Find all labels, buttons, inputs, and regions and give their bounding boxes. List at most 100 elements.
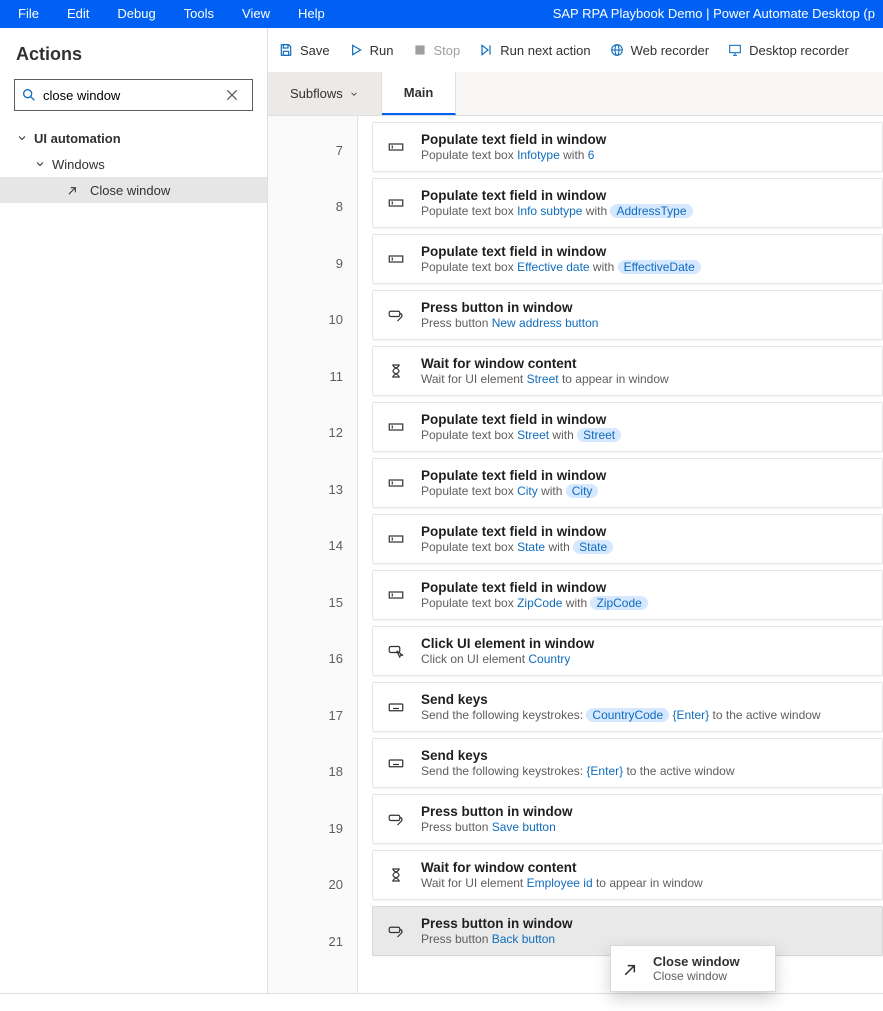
search-input[interactable] — [43, 88, 224, 103]
flow-step[interactable]: Wait for window contentWait for UI eleme… — [372, 850, 883, 900]
line-number: 18 — [268, 744, 357, 801]
monitor-icon — [727, 42, 743, 58]
tooltip-title: Close window — [653, 954, 740, 969]
flow-step[interactable]: Populate text field in windowPopulate te… — [372, 178, 883, 228]
flow-step[interactable]: Populate text field in windowPopulate te… — [372, 402, 883, 452]
run-next-button[interactable]: Run next action — [478, 42, 590, 58]
close-window-icon — [621, 959, 641, 979]
stop-icon — [412, 42, 428, 58]
line-number: 9 — [268, 235, 357, 292]
step-subtitle: Send the following keystrokes: CountryCo… — [421, 708, 870, 722]
save-label: Save — [300, 43, 330, 58]
save-icon — [278, 42, 294, 58]
menu-edit[interactable]: Edit — [53, 0, 103, 28]
step-subtitle: Press button Save button — [421, 820, 870, 834]
step-subtitle: Populate text box Info subtype with Addr… — [421, 204, 870, 218]
step-subtitle: Populate text box Street with Street — [421, 428, 870, 442]
tree-label: Close window — [90, 183, 170, 198]
flow-step[interactable]: Populate text field in windowPopulate te… — [372, 514, 883, 564]
chevron-down-icon — [16, 132, 28, 144]
press-icon — [385, 920, 407, 942]
step-title: Send keys — [421, 748, 870, 763]
step-subtitle: Populate text box ZipCode with ZipCode — [421, 596, 870, 610]
step-title: Populate text field in window — [421, 188, 870, 203]
line-number: 20 — [268, 857, 357, 914]
flow-step[interactable]: Press button in windowPress button New a… — [372, 290, 883, 340]
save-button[interactable]: Save — [278, 42, 330, 58]
step-subtitle: Send the following keystrokes: {Enter} t… — [421, 764, 870, 778]
web-recorder-button[interactable]: Web recorder — [609, 42, 710, 58]
center-pane: Save Run Stop Run next action Web record… — [268, 28, 883, 1011]
run-button[interactable]: Run — [348, 42, 394, 58]
step-title: Press button in window — [421, 804, 870, 819]
desktop-recorder-button[interactable]: Desktop recorder — [727, 42, 849, 58]
main-menu: FileEditDebugToolsViewHelp — [4, 0, 339, 28]
flow-step[interactable]: Populate text field in windowPopulate te… — [372, 458, 883, 508]
flow-step[interactable]: Send keysSend the following keystrokes: … — [372, 682, 883, 732]
flow-step[interactable]: Populate text field in windowPopulate te… — [372, 570, 883, 620]
web-recorder-label: Web recorder — [631, 43, 710, 58]
menu-file[interactable]: File — [4, 0, 53, 28]
keys-icon — [385, 696, 407, 718]
menu-tools[interactable]: Tools — [170, 0, 228, 28]
step-title: Wait for window content — [421, 356, 870, 371]
flow-step[interactable]: Wait for window contentWait for UI eleme… — [372, 346, 883, 396]
globe-icon — [609, 42, 625, 58]
menu-debug[interactable]: Debug — [103, 0, 169, 28]
step-subtitle: Populate text box City with City — [421, 484, 870, 498]
tree-group-ui-automation[interactable]: UI automation — [0, 125, 267, 151]
clear-icon[interactable] — [224, 87, 240, 103]
tooltip-sub: Close window — [653, 969, 740, 983]
main-wrap: Actions UI automation Windows Close wind… — [0, 28, 883, 1011]
line-number: 14 — [268, 518, 357, 575]
step-title: Wait for window content — [421, 860, 870, 875]
line-number: 12 — [268, 405, 357, 462]
step-title: Populate text field in window — [421, 132, 870, 147]
step-subtitle: Click on UI element Country — [421, 652, 870, 666]
window-title: SAP RPA Playbook Demo | Power Automate D… — [553, 0, 879, 28]
step-subtitle: Press button New address button — [421, 316, 870, 330]
tree-label: Windows — [52, 157, 105, 172]
play-icon — [348, 42, 364, 58]
tree-group-windows[interactable]: Windows — [0, 151, 267, 177]
flow-step[interactable]: Click UI element in windowClick on UI el… — [372, 626, 883, 676]
titlebar: FileEditDebugToolsViewHelp SAP RPA Playb… — [0, 0, 883, 28]
step-title: Populate text field in window — [421, 412, 870, 427]
line-number: 13 — [268, 461, 357, 518]
step-icon — [478, 42, 494, 58]
tab-subflows[interactable]: Subflows — [268, 72, 382, 115]
wait-icon — [385, 360, 407, 382]
textbox-icon — [385, 192, 407, 214]
flow-step[interactable]: Press button in windowPress button Save … — [372, 794, 883, 844]
tab-main[interactable]: Main — [382, 72, 457, 115]
search-box[interactable] — [14, 79, 253, 111]
textbox-icon — [385, 136, 407, 158]
textbox-icon — [385, 248, 407, 270]
drag-tooltip: Close window Close window — [610, 945, 776, 992]
flow-area: 789101112131415161718192021 Populate tex… — [268, 116, 883, 1011]
textbox-icon — [385, 472, 407, 494]
tab-subflows-label: Subflows — [290, 86, 343, 101]
step-title: Populate text field in window — [421, 524, 870, 539]
toolbar: Save Run Stop Run next action Web record… — [268, 28, 883, 72]
menu-view[interactable]: View — [228, 0, 284, 28]
line-number: 21 — [268, 913, 357, 970]
menu-help[interactable]: Help — [284, 0, 339, 28]
line-number: 15 — [268, 574, 357, 631]
actions-panel: Actions UI automation Windows Close wind… — [0, 28, 268, 1011]
step-title: Populate text field in window — [421, 468, 870, 483]
tabs: Subflows Main — [268, 72, 883, 116]
line-number: 7 — [268, 122, 357, 179]
step-title: Populate text field in window — [421, 244, 870, 259]
close-window-icon — [66, 183, 80, 197]
status-bar — [0, 993, 883, 1011]
step-subtitle: Wait for UI element Employee id to appea… — [421, 876, 870, 890]
actions-title: Actions — [0, 40, 267, 79]
tree-item-close-window[interactable]: Close window — [0, 177, 267, 203]
flow-step[interactable]: Send keysSend the following keystrokes: … — [372, 738, 883, 788]
press-icon — [385, 304, 407, 326]
flow-step[interactable]: Populate text field in windowPopulate te… — [372, 234, 883, 284]
chevron-down-icon — [349, 89, 359, 99]
stop-button: Stop — [412, 42, 461, 58]
flow-step[interactable]: Populate text field in windowPopulate te… — [372, 122, 883, 172]
